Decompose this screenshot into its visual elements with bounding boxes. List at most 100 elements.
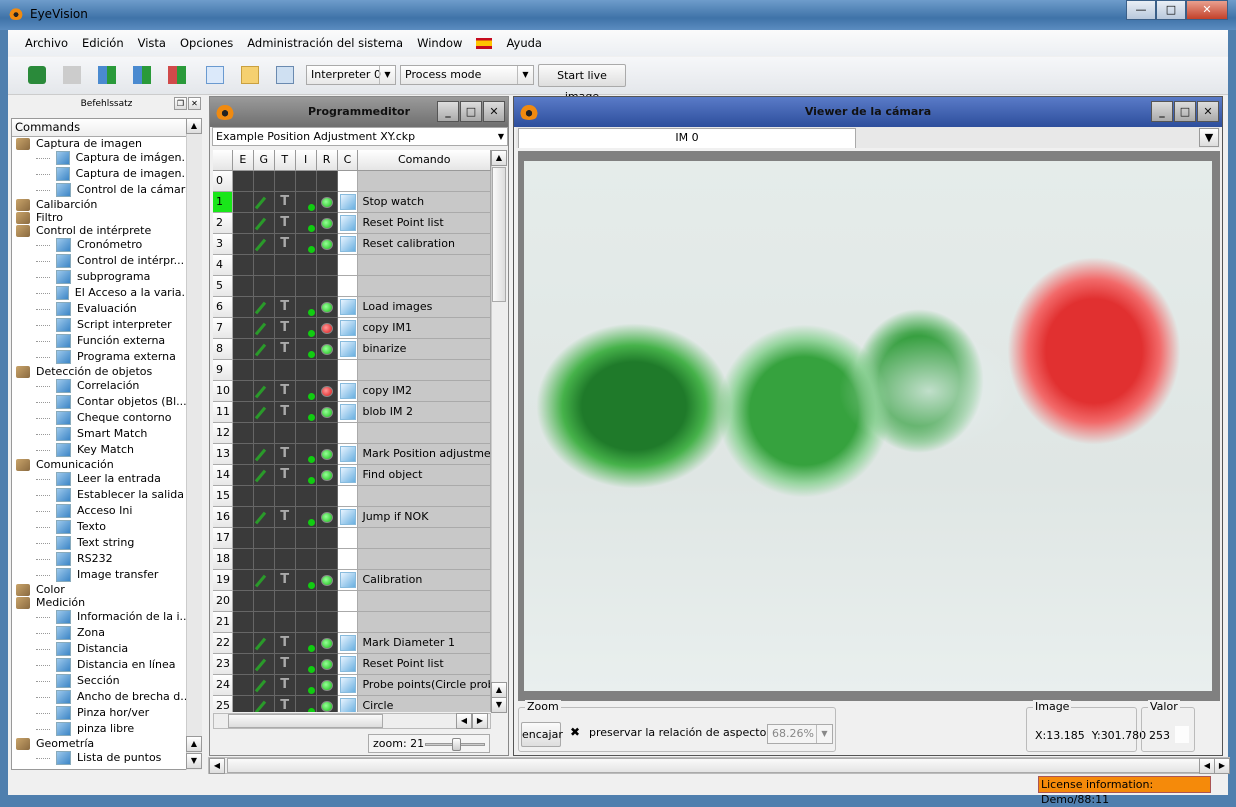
cell-t[interactable]: T <box>274 570 296 591</box>
cell-t[interactable] <box>274 486 296 507</box>
cell-g[interactable] <box>253 486 275 507</box>
command-cell[interactable] <box>358 549 491 570</box>
cell-t[interactable]: T <box>274 444 296 465</box>
tree-item[interactable]: Ancho de brecha d... <box>12 689 192 705</box>
command-cell[interactable]: Reset calibration <box>358 234 491 255</box>
row-number[interactable]: 0 <box>213 171 233 192</box>
cell-g[interactable] <box>253 318 275 339</box>
tree-item[interactable]: Evaluación <box>12 301 192 317</box>
scroll-up-icon[interactable]: ▲ <box>186 736 202 752</box>
row-number[interactable]: 6 <box>213 297 233 318</box>
cell-r[interactable] <box>316 444 338 465</box>
cell-r[interactable] <box>316 633 338 654</box>
table-row[interactable]: 23 T Reset Point list <box>213 654 491 675</box>
row-number[interactable]: 11 <box>213 402 233 423</box>
new-file-icon[interactable] <box>206 66 224 84</box>
cell-e[interactable] <box>232 192 254 213</box>
tree-item[interactable]: subprograma <box>12 269 192 285</box>
close-button[interactable]: ✕ <box>1197 101 1219 122</box>
image-display[interactable] <box>518 151 1220 701</box>
table-row[interactable]: 12 <box>213 423 491 444</box>
tree-item[interactable]: Text string <box>12 535 192 551</box>
maximize-button[interactable]: □ <box>1174 101 1196 122</box>
table-row[interactable]: 13 T Mark Position adjustmen <box>213 444 491 465</box>
cell-e[interactable] <box>232 612 254 633</box>
cell-i[interactable] <box>295 255 317 276</box>
cell-c[interactable] <box>337 591 359 612</box>
cell-t[interactable]: T <box>274 381 296 402</box>
table-row[interactable]: 0 <box>213 171 491 192</box>
tree-item[interactable]: Leer la entrada <box>12 471 192 487</box>
scroll-up-icon[interactable]: ▲ <box>186 118 202 134</box>
table-row[interactable]: 7 T copy IM1 <box>213 318 491 339</box>
table-row[interactable]: 9 <box>213 360 491 381</box>
cell-g[interactable] <box>253 612 275 633</box>
table-row[interactable]: 6 T Load images <box>213 297 491 318</box>
cell-r[interactable] <box>316 318 338 339</box>
row-number[interactable]: 23 <box>213 654 233 675</box>
table-row[interactable]: 17 <box>213 528 491 549</box>
cell-c[interactable] <box>337 486 359 507</box>
tree-group[interactable]: Detección de objetos <box>12 365 192 378</box>
cell-c[interactable] <box>337 570 359 591</box>
table-row[interactable]: 14 T Find object <box>213 465 491 486</box>
minimize-button[interactable]: — <box>1126 0 1156 20</box>
cell-g[interactable] <box>253 171 275 192</box>
cell-g[interactable] <box>253 402 275 423</box>
cell-e[interactable] <box>232 297 254 318</box>
tree-group[interactable]: Control de intérprete <box>12 224 192 237</box>
tree-item[interactable]: Distancia <box>12 641 192 657</box>
cell-i[interactable] <box>295 381 317 402</box>
cell-i[interactable] <box>295 318 317 339</box>
cell-r[interactable] <box>316 213 338 234</box>
cell-r[interactable] <box>316 276 338 297</box>
command-cell[interactable]: Reset Point list <box>358 213 491 234</box>
cell-g[interactable] <box>253 570 275 591</box>
cell-e[interactable] <box>232 549 254 570</box>
scroll-up-icon[interactable]: ▲ <box>491 150 507 166</box>
tree-item[interactable]: Programa externa <box>12 349 192 365</box>
table-row[interactable]: 2 T Reset Point list <box>213 213 491 234</box>
cell-e[interactable] <box>232 570 254 591</box>
tree-item[interactable]: Distancia en línea <box>12 657 192 673</box>
scroll-left-icon[interactable]: ◀ <box>456 713 472 729</box>
cell-t[interactable]: T <box>274 318 296 339</box>
cell-e[interactable] <box>232 360 254 381</box>
cell-g[interactable] <box>253 654 275 675</box>
cell-e[interactable] <box>232 171 254 192</box>
cell-r[interactable] <box>316 675 338 696</box>
table-hscrollbar[interactable] <box>213 713 491 729</box>
tab-list-chevron-icon[interactable]: ▼ <box>1199 128 1219 147</box>
cell-r[interactable] <box>316 612 338 633</box>
row-number[interactable]: 3 <box>213 234 233 255</box>
cell-g[interactable] <box>253 276 275 297</box>
row-number[interactable]: 20 <box>213 591 233 612</box>
cell-e[interactable] <box>232 255 254 276</box>
cell-e[interactable] <box>232 213 254 234</box>
cell-g[interactable] <box>253 213 275 234</box>
tree-item[interactable]: Smart Match <box>12 426 192 442</box>
cell-t[interactable]: T <box>274 339 296 360</box>
cell-r[interactable] <box>316 465 338 486</box>
command-cell[interactable]: binarize <box>358 339 491 360</box>
cell-c[interactable] <box>337 171 359 192</box>
cell-c[interactable] <box>337 465 359 486</box>
row-number[interactable]: 4 <box>213 255 233 276</box>
cell-g[interactable] <box>253 297 275 318</box>
cell-i[interactable] <box>295 276 317 297</box>
cell-t[interactable] <box>274 171 296 192</box>
table-row[interactable]: 11 T blob IM 2 <box>213 402 491 423</box>
cell-g[interactable] <box>253 423 275 444</box>
cell-r[interactable] <box>316 297 338 318</box>
cell-t[interactable]: T <box>274 696 296 712</box>
cell-r[interactable] <box>316 528 338 549</box>
cell-c[interactable] <box>337 276 359 297</box>
tree-group[interactable]: Comunicación <box>12 458 192 471</box>
cell-e[interactable] <box>232 444 254 465</box>
program-file-select[interactable]: Example Position Adjustment XY.ckp ▼ <box>212 127 508 146</box>
cell-t[interactable] <box>274 549 296 570</box>
cell-e[interactable] <box>232 696 254 712</box>
cell-c[interactable] <box>337 549 359 570</box>
cell-r[interactable] <box>316 654 338 675</box>
table-row[interactable]: 8 T binarize <box>213 339 491 360</box>
